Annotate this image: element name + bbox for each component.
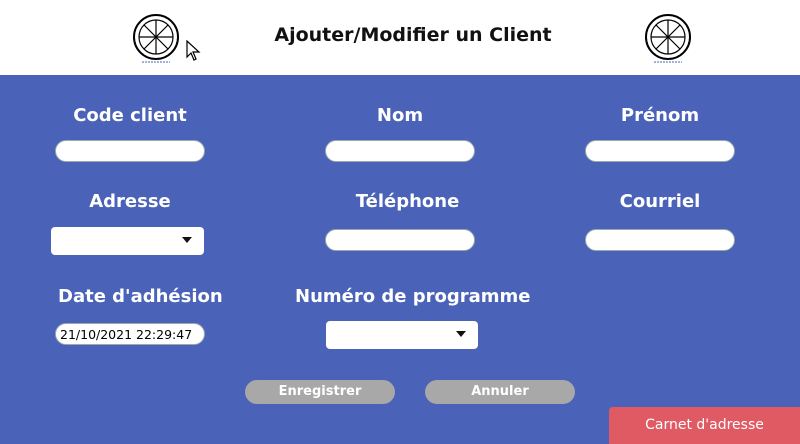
date-adhesion-input[interactable] bbox=[55, 323, 205, 345]
cancel-button[interactable]: Annuler bbox=[425, 380, 575, 404]
dropdown-arrow-icon bbox=[182, 237, 192, 243]
telephone-input[interactable] bbox=[325, 229, 475, 251]
nom-label: Nom bbox=[376, 105, 424, 126]
adresse-label: Adresse bbox=[89, 191, 171, 212]
mouse-cursor-icon bbox=[186, 39, 202, 62]
telephone-label: Téléphone bbox=[355, 191, 460, 212]
numero-programme-label: Numéro de programme bbox=[295, 286, 531, 307]
prenom-label: Prénom bbox=[620, 105, 700, 126]
courriel-input[interactable] bbox=[585, 229, 735, 251]
numero-programme-select[interactable] bbox=[326, 321, 478, 349]
save-button[interactable]: Enregistrer bbox=[245, 380, 395, 404]
wheel-logo-icon bbox=[640, 10, 696, 66]
address-book-button[interactable]: Carnet d'adresse bbox=[609, 407, 800, 444]
code-client-label: Code client bbox=[73, 105, 187, 126]
date-adhesion-label: Date d'adhésion bbox=[58, 286, 223, 307]
nom-input[interactable] bbox=[325, 140, 475, 162]
wheel-logo-icon bbox=[128, 10, 184, 66]
adresse-select[interactable] bbox=[51, 227, 204, 255]
prenom-input[interactable] bbox=[585, 140, 735, 162]
header-bar: Ajouter/Modifier un Client bbox=[0, 0, 800, 75]
courriel-label: Courriel bbox=[619, 191, 701, 212]
code-client-input[interactable] bbox=[55, 140, 205, 162]
page-title: Ajouter/Modifier un Client bbox=[274, 24, 552, 46]
dropdown-arrow-icon bbox=[456, 331, 466, 337]
